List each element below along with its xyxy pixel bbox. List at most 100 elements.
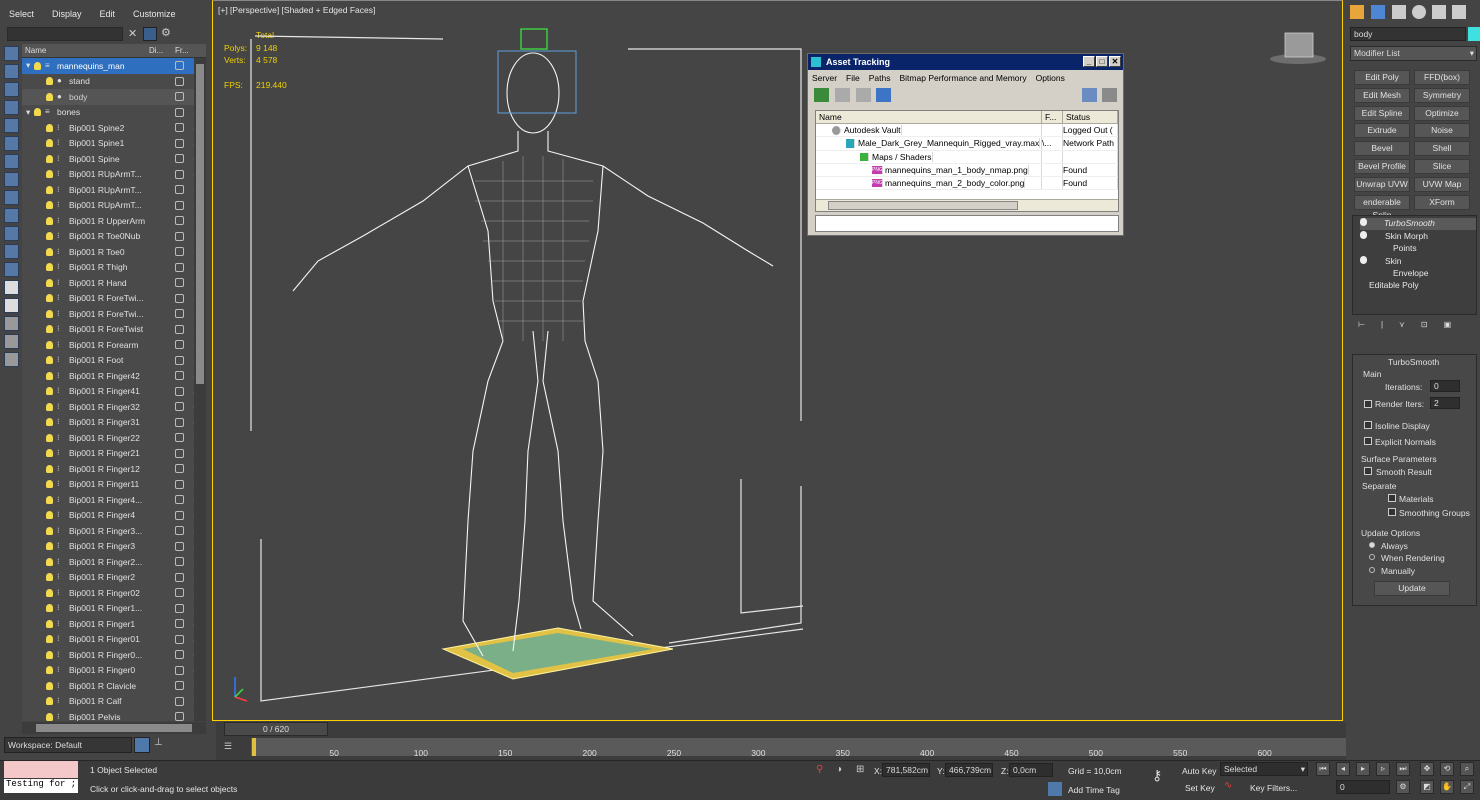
add-time-tag[interactable]: Add Time Tag: [1068, 785, 1120, 795]
expand-toggle-icon[interactable]: ▾: [22, 60, 34, 71]
freeze-icon[interactable]: [175, 169, 184, 179]
asset-row[interactable]: PNG mannequins_man_1_body_nmap.png Found: [816, 163, 1118, 178]
tree-row-mannequins-man[interactable]: ▾≡mannequins_man→: [22, 58, 206, 74]
object-color-swatch[interactable]: [1468, 27, 1480, 41]
display-lights-icon[interactable]: [4, 136, 19, 151]
layer-explorer-icon[interactable]: [134, 737, 150, 753]
tree-row[interactable]: ⁝Bip001 Pelvis→: [22, 709, 206, 721]
visibility-bulb-icon[interactable]: [46, 635, 53, 644]
visibility-bulb-icon[interactable]: [46, 247, 53, 256]
freeze-icon[interactable]: [175, 619, 184, 629]
freeze-icon[interactable]: [175, 247, 184, 257]
freeze-icon[interactable]: [175, 479, 184, 489]
curve-icon[interactable]: ∿: [1224, 780, 1232, 791]
visibility-bulb-icon[interactable]: [46, 712, 53, 721]
visibility-bulb-icon[interactable]: [46, 604, 53, 613]
display-xrefs-icon[interactable]: [4, 226, 19, 241]
time-config-icon[interactable]: ⚙: [1396, 780, 1410, 794]
menu-customize[interactable]: Customize: [124, 6, 185, 22]
visibility-bulb-icon[interactable]: [34, 61, 41, 70]
freeze-icon[interactable]: [175, 433, 184, 443]
next-frame-icon[interactable]: ▹: [1376, 762, 1390, 776]
tree-row[interactable]: ⁝Bip001 R Finger12→: [22, 461, 206, 477]
materials-checkbox[interactable]: [1388, 494, 1396, 502]
freeze-icon[interactable]: [175, 262, 184, 272]
perspective-viewport[interactable]: [+] [Perspective] [Shaded + Edged Faces]…: [212, 0, 1343, 721]
modifier-button[interactable]: Symmetry: [1414, 87, 1470, 103]
visibility-bulb-icon[interactable]: [46, 170, 53, 179]
freeze-icon[interactable]: [175, 185, 184, 195]
isoline-checkbox[interactable]: [1364, 421, 1372, 429]
freeze-icon[interactable]: [175, 123, 184, 133]
time-tag-icon[interactable]: [1048, 782, 1062, 796]
tree-row[interactable]: ⁝Bip001 R Finger41→: [22, 384, 206, 400]
freeze-icon[interactable]: [175, 526, 184, 536]
freeze-icon[interactable]: [175, 588, 184, 598]
freeze-icon[interactable]: [175, 417, 184, 427]
tree-row[interactable]: ⁝Bip001 R Finger2→: [22, 570, 206, 586]
column-display[interactable]: Di...: [146, 46, 172, 55]
tree-row[interactable]: ⁝Bip001 R Finger1...→: [22, 601, 206, 617]
display-containers-icon[interactable]: [4, 262, 19, 277]
menu-edit[interactable]: Edit: [91, 6, 125, 22]
modifier-button[interactable]: Bevel: [1354, 141, 1410, 157]
tree-row[interactable]: ⁝Bip001 R Clavicle→: [22, 678, 206, 694]
visibility-bulb-icon[interactable]: [46, 557, 53, 566]
auto-key-button[interactable]: Auto Key: [1182, 766, 1217, 776]
visibility-bulb-icon[interactable]: [46, 123, 53, 132]
maximize-viewport-icon[interactable]: ⤢: [1460, 780, 1474, 794]
set-key-button[interactable]: Set Key: [1185, 783, 1215, 793]
filter-funnel-icon[interactable]: [4, 316, 19, 331]
tree-row[interactable]: ⁝Bip001 Spine1→: [22, 136, 206, 152]
settings-icon[interactable]: ⚙: [161, 26, 171, 39]
freeze-icon[interactable]: [175, 541, 184, 551]
freeze-icon[interactable]: [175, 557, 184, 567]
display-geometry-icon[interactable]: [4, 100, 19, 115]
goto-end-icon[interactable]: ⏭: [1396, 762, 1410, 776]
visibility-bulb-icon[interactable]: [46, 464, 53, 473]
tree-row[interactable]: ⁝Bip001 R Finger31→: [22, 415, 206, 431]
freeze-icon[interactable]: [175, 603, 184, 613]
visibility-bulb-icon[interactable]: [34, 108, 41, 117]
create-tab-icon[interactable]: [1350, 5, 1364, 19]
freeze-icon[interactable]: [175, 634, 184, 644]
asset-menu-file[interactable]: File: [846, 73, 860, 83]
smooth-result-checkbox[interactable]: [1364, 467, 1372, 475]
visibility-bulb-icon[interactable]: [46, 650, 53, 659]
asset-row[interactable]: Male_Dark_Grey_Mannequin_Rigged_vray.max…: [816, 137, 1118, 151]
menu-select[interactable]: Select: [0, 6, 43, 22]
motion-tab-icon[interactable]: [1412, 5, 1426, 19]
tree-row[interactable]: ⁝Bip001 R Finger3→: [22, 539, 206, 555]
tree-row[interactable]: ⁝Bip001 R Finger01→: [22, 632, 206, 648]
visibility-bulb-icon[interactable]: [46, 588, 53, 597]
visibility-bulb-icon[interactable]: [46, 697, 53, 706]
tree-row[interactable]: ⁝Bip001 R UpperArm→: [22, 213, 206, 229]
visibility-bulb-icon[interactable]: [46, 666, 53, 675]
minimize-button[interactable]: _: [1083, 56, 1095, 67]
display-spacewarps-icon[interactable]: [4, 190, 19, 205]
close-button[interactable]: ✕: [1109, 56, 1121, 67]
modifier-button[interactable]: UVW Map: [1414, 176, 1470, 192]
modifier-button[interactable]: Edit Poly: [1354, 70, 1410, 85]
visibility-bulb-icon[interactable]: [46, 340, 53, 349]
tree-row[interactable]: ●body→: [22, 89, 206, 105]
freeze-icon[interactable]: [175, 231, 184, 241]
tree-row[interactable]: ⁝Bip001 R Hand→: [22, 275, 206, 291]
rollout-title[interactable]: TurboSmooth: [1388, 357, 1439, 367]
asset-row[interactable]: PNG mannequins_man_2_body_color.png Found: [816, 177, 1118, 191]
visibility-bulb-icon[interactable]: [46, 418, 53, 427]
modifier-button[interactable]: FFD(box): [1414, 70, 1470, 85]
expand-toggle-icon[interactable]: ▾: [22, 107, 34, 118]
visibility-bulb-icon[interactable]: [46, 139, 53, 148]
tree-row[interactable]: ⁝Bip001 R Finger02→: [22, 585, 206, 601]
asset-menu-bitmap[interactable]: Bitmap Performance and Memory: [900, 73, 1027, 83]
freeze-icon[interactable]: [175, 681, 184, 691]
bulb-icon[interactable]: [1360, 218, 1367, 226]
display-all-icon[interactable]: [4, 64, 19, 79]
maxscript-listener[interactable]: [4, 761, 78, 778]
lock-selection-icon[interactable]: ⚲: [816, 764, 823, 775]
tree-row[interactable]: ⁝Bip001 R Finger22→: [22, 430, 206, 446]
layers-icon[interactable]: [4, 334, 19, 349]
maximize-button[interactable]: □: [1096, 56, 1108, 67]
visibility-bulb-icon[interactable]: [46, 356, 53, 365]
